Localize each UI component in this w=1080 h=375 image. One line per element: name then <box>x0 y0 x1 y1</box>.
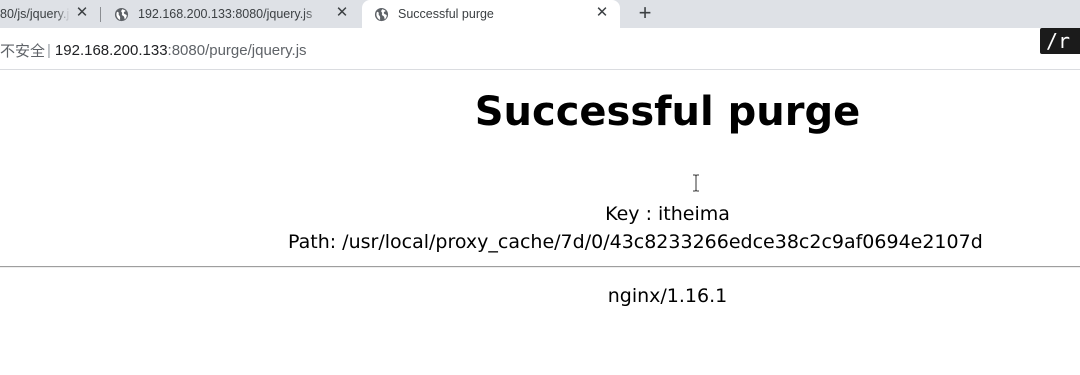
text-cursor-icon <box>693 174 699 192</box>
tab-title: 192.168.200.133:8080/jquery.js <box>138 7 313 21</box>
tab-strip: 80/js/jquery.js ✕ 192.168.200.133:8080/j… <box>0 0 1080 28</box>
url-path: :8080/purge/jquery.js <box>167 41 307 59</box>
tab-title: Successful purge <box>398 7 494 21</box>
tab-separator <box>100 7 101 22</box>
close-icon[interactable]: ✕ <box>334 5 350 21</box>
tab-jquery-js[interactable]: 80/js/jquery.js ✕ <box>0 0 100 28</box>
overlay-badge: /r <box>1040 28 1080 54</box>
page-title: Successful purge <box>474 89 861 135</box>
address-bar[interactable]: 不安全 | 192.168.200.133 :8080/purge/jquery… <box>0 40 307 60</box>
tab-jquery-8080[interactable]: 192.168.200.133:8080/jquery.js ✕ <box>104 0 360 28</box>
cache-key-text: Key : itheima <box>605 203 730 225</box>
url-host: 192.168.200.133 <box>54 41 168 59</box>
globe-icon <box>114 7 129 21</box>
close-icon[interactable]: ✕ <box>594 5 610 21</box>
globe-icon <box>374 7 389 21</box>
tab-title: 80/js/jquery.js <box>0 7 70 21</box>
address-toolbar: 不安全 | 192.168.200.133 :8080/purge/jquery… <box>0 28 1080 70</box>
browser-window: 80/js/jquery.js ✕ 192.168.200.133:8080/j… <box>0 0 1080 375</box>
page-content: Successful purge Key : itheima Path: /us… <box>0 70 1080 375</box>
server-signature: nginx/1.16.1 <box>607 285 728 307</box>
divider: | <box>47 41 51 59</box>
horizontal-rule <box>0 266 1080 268</box>
new-tab-button[interactable]: + <box>633 2 657 26</box>
security-indicator[interactable]: 不安全 <box>0 40 45 61</box>
tab-successful-purge[interactable]: Successful purge ✕ <box>362 0 620 28</box>
close-icon[interactable]: ✕ <box>74 5 90 21</box>
cache-path-text: Path: /usr/local/proxy_cache/7d/0/43c823… <box>288 231 983 253</box>
plus-icon: + <box>638 0 652 25</box>
